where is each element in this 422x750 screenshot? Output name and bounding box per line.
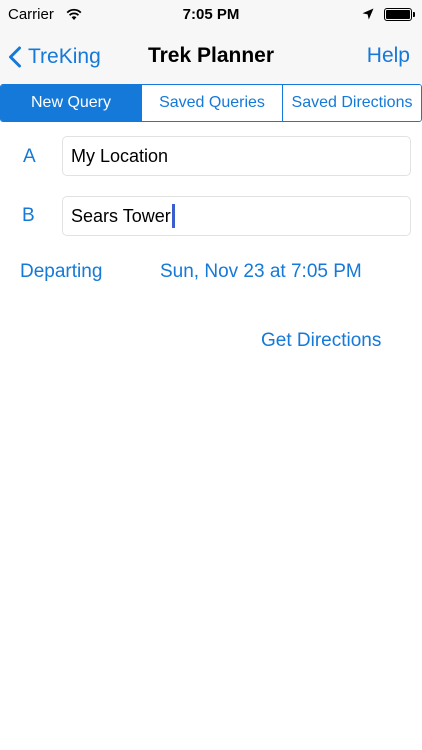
status-time: 7:05 PM (182, 6, 240, 23)
destination-value: Sears Tower (71, 205, 171, 226)
get-directions-button[interactable]: Get Directions (261, 330, 381, 352)
departing-button[interactable]: Departing (20, 261, 102, 283)
page-title: Trek Planner (147, 44, 275, 67)
departing-date-button[interactable]: Sun, Nov 23 at 7:05 PM (160, 261, 362, 283)
status-bar: Carrier 7:05 PM (0, 0, 422, 30)
help-button[interactable]: Help (367, 44, 410, 68)
location-arrow-icon (362, 8, 374, 20)
navigation-bar: TreKing Trek Planner Help (0, 30, 422, 84)
tab-new-query[interactable]: New Query (1, 85, 142, 121)
tab-saved-directions[interactable]: Saved Directions (283, 85, 421, 121)
text-cursor (171, 204, 175, 228)
origin-value: My Location (71, 145, 169, 166)
battery-icon (384, 8, 415, 21)
origin-field[interactable]: My Location (62, 136, 411, 176)
query-segmented-control: New Query Saved Queries Saved Directions (0, 84, 422, 122)
origin-label: A (23, 146, 36, 167)
destination-label: B (22, 205, 35, 226)
tab-saved-queries[interactable]: Saved Queries (142, 85, 283, 121)
destination-field[interactable]: Sears Tower (62, 196, 411, 236)
